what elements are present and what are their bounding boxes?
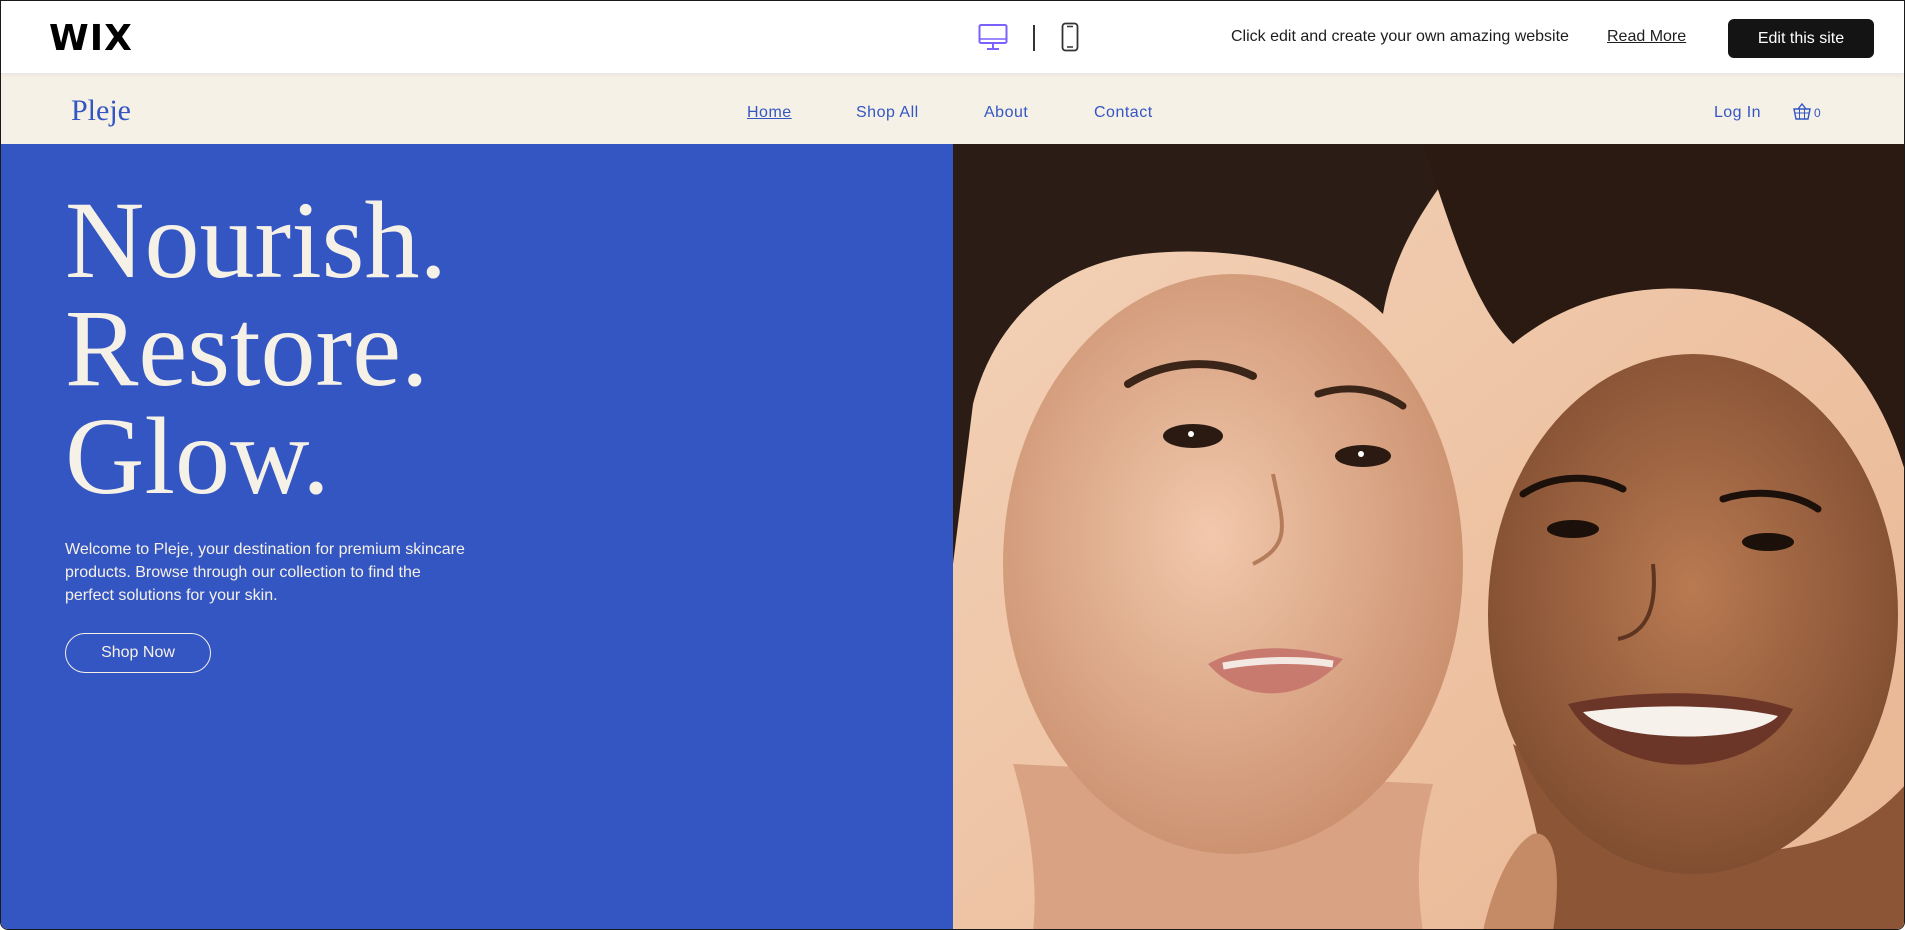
hero-intro-text: Welcome to Pleje, your destination for p… bbox=[65, 541, 465, 604]
headline-line-2: Restore. bbox=[65, 287, 429, 409]
read-more-link[interactable]: Read More bbox=[1607, 28, 1686, 46]
edit-this-site-button[interactable]: Edit this site bbox=[1728, 19, 1874, 58]
site-header: Pleje Home Shop All About Contact Log In… bbox=[1, 74, 1904, 144]
shop-now-button[interactable]: Shop Now bbox=[65, 633, 211, 673]
login-link[interactable]: Log In bbox=[1714, 104, 1761, 122]
desktop-view-button[interactable] bbox=[977, 21, 1009, 53]
cart-button[interactable]: 0 bbox=[1793, 102, 1821, 120]
wix-top-bar: WIX Click edit and create your own amazi… bbox=[1, 1, 1904, 74]
nav-contact[interactable]: Contact bbox=[1094, 104, 1153, 122]
desktop-icon bbox=[978, 24, 1008, 50]
nav-home[interactable]: Home bbox=[747, 104, 792, 122]
headline-line-3: Glow. bbox=[65, 395, 330, 517]
hero-image bbox=[953, 144, 1904, 929]
nav-shop-all[interactable]: Shop All bbox=[856, 104, 919, 122]
cart-count: 0 bbox=[1814, 106, 1821, 120]
mobile-icon bbox=[1061, 22, 1079, 52]
promo-text: Click edit and create your own amazing w… bbox=[1231, 28, 1569, 45]
browser-frame: WIX Click edit and create your own amazi… bbox=[0, 0, 1905, 930]
hero-text-panel: Nourish. Restore. Glow. Welcome to Pleje… bbox=[1, 144, 953, 929]
nav-about[interactable]: About bbox=[984, 104, 1028, 122]
headline-line-1: Nourish. bbox=[65, 179, 447, 301]
wix-logo[interactable]: WIX bbox=[49, 18, 133, 59]
device-divider bbox=[1033, 25, 1035, 51]
site-logo[interactable]: Pleje bbox=[71, 94, 131, 128]
hero-headline: Nourish. Restore. Glow. bbox=[65, 179, 447, 517]
mobile-view-button[interactable] bbox=[1059, 21, 1081, 53]
basket-icon bbox=[1793, 102, 1811, 120]
